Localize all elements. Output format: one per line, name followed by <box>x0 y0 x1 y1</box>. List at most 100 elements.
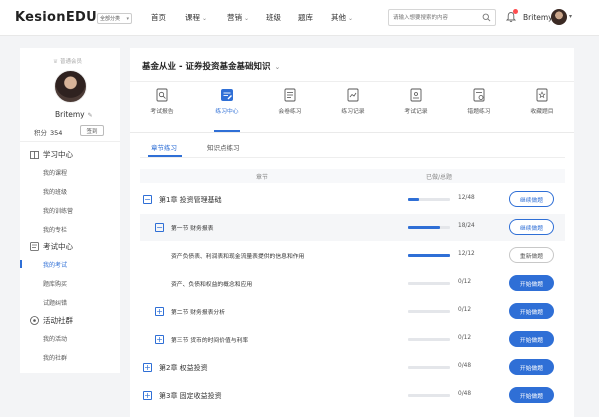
course-title[interactable]: 基金从业 - 证券投资基金基础知识 ⌄ <box>142 60 280 72</box>
expand-icon[interactable]: + <box>143 363 152 372</box>
tab-exam-report[interactable]: 考试报告 <box>135 88 189 115</box>
avatar[interactable] <box>54 70 87 103</box>
table-header: 章节 已做/总题 <box>140 169 565 183</box>
progress-bar <box>408 310 450 313</box>
tab-wrong-questions[interactable]: 错题练习 <box>452 88 506 115</box>
nav-item-question-bank[interactable]: 题库 <box>298 12 313 23</box>
chapter-name: 资产负债表、利润表和现金流量表提供的信息和作用 <box>171 254 305 260</box>
divider <box>20 141 120 142</box>
sidebar-item-my-courses[interactable]: 我的课程 <box>43 168 67 177</box>
nav-item-more[interactable]: 其他 ⌄ <box>331 12 353 23</box>
nav-item-home[interactable]: 首页 <box>151 12 166 23</box>
tab-chapter-practice[interactable]: 章节练习 <box>151 142 177 152</box>
checkin-button[interactable]: 签到 <box>80 125 104 136</box>
table-row: 资产、负债和权益的概念和应用 0/12 开始做题 <box>140 270 565 297</box>
exam-icon <box>30 242 39 251</box>
sidebar-item-my-activities[interactable]: 我的活动 <box>43 334 67 343</box>
header-username[interactable]: Britemy <box>523 13 553 22</box>
wrong-icon <box>473 88 485 102</box>
practice-icon <box>221 89 233 101</box>
table-row: + 第三节 货币的时间价值与利率 0/12 开始做题 <box>140 326 565 353</box>
progress-count: 0/48 <box>458 391 472 397</box>
sidebar-item-bank-purchase[interactable]: 题库购买 <box>43 279 67 288</box>
search-box <box>388 9 496 26</box>
tab-practice-center[interactable]: 练习中心 <box>200 88 254 115</box>
edit-icon[interactable]: ✎ <box>88 112 93 119</box>
expand-icon[interactable]: + <box>155 335 164 344</box>
expand-icon[interactable]: + <box>143 391 152 400</box>
start-practice-button[interactable]: 开始做题 <box>509 387 554 403</box>
chapter-name: 第3章 固定收益投资 <box>159 392 222 400</box>
column-header-chapter: 章节 <box>256 174 269 181</box>
redo-practice-button[interactable]: 重新做题 <box>509 247 554 263</box>
chevron-down-icon[interactable]: ▾ <box>569 13 572 20</box>
table-row: + 第2章 权益投资 0/48 开始做题 <box>140 354 565 381</box>
table-row: − 第一节 财务报表 18/24 继续做题 <box>140 214 565 241</box>
chevron-down-icon: ⌄ <box>274 63 281 71</box>
start-practice-button[interactable]: 开始做题 <box>509 275 554 291</box>
progress-bar <box>408 198 450 201</box>
progress-bar <box>408 366 450 369</box>
section-exam-center[interactable]: 考试中心 <box>30 241 73 252</box>
continue-practice-button[interactable]: 继续做题 <box>509 191 554 207</box>
crown-icon: ♛ <box>53 59 58 65</box>
notification-badge <box>513 9 518 14</box>
chapter-name: 第2章 权益投资 <box>159 364 208 372</box>
site-logo[interactable]: KesionEDU <box>15 10 97 25</box>
points-display: 积分 354 <box>34 129 63 137</box>
tab-exam-records[interactable]: 考试记录 <box>389 88 443 115</box>
paper-icon <box>284 88 296 102</box>
tab-practice-records[interactable]: 练习记录 <box>326 88 380 115</box>
chevron-down-icon: ▾ <box>126 16 129 22</box>
nav-item-courses[interactable]: 课程 ⌄ <box>185 12 207 23</box>
bookmark-icon <box>536 88 548 102</box>
sidebar-item-my-columns[interactable]: 我的专栏 <box>43 225 67 234</box>
start-practice-button[interactable]: 开始做题 <box>509 303 554 319</box>
collapse-icon[interactable]: − <box>155 223 164 232</box>
progress-count: 0/48 <box>458 363 472 369</box>
sidebar-item-my-exams[interactable]: 我的考试 <box>43 260 67 269</box>
active-indicator <box>20 260 22 268</box>
start-practice-button[interactable]: 开始做题 <box>509 359 554 375</box>
progress-bar <box>408 254 450 257</box>
start-practice-button[interactable]: 开始做题 <box>509 331 554 347</box>
progress-bar <box>408 226 450 229</box>
header-avatar[interactable] <box>551 9 567 25</box>
sidebar-item-my-classes[interactable]: 我的班级 <box>43 187 67 196</box>
progress-fill <box>408 226 440 229</box>
progress-count: 0/12 <box>458 335 472 341</box>
progress-count: 18/24 <box>458 223 475 229</box>
category-select-value: 全部分类 <box>100 16 121 22</box>
sidebar-item-error-report[interactable]: 试题纠错 <box>43 298 67 307</box>
record-icon <box>347 88 359 102</box>
tab-paper-practice[interactable]: 会卷练习 <box>263 88 317 115</box>
tab-knowledge-practice[interactable]: 知识点练习 <box>207 142 240 152</box>
category-select[interactable]: 全部分类 ▾ <box>97 13 132 24</box>
tab-bookmarks[interactable]: 收藏题目 <box>515 88 569 115</box>
divider <box>130 132 574 133</box>
nav-item-classes[interactable]: 班级 <box>266 12 281 23</box>
section-community[interactable]: 活动社群 <box>30 315 73 326</box>
nav-item-marketing[interactable]: 营销 ⌄ <box>227 12 249 23</box>
continue-practice-button[interactable]: 继续做题 <box>509 219 554 235</box>
collapse-icon[interactable]: − <box>143 195 152 204</box>
progress-fill <box>408 198 419 201</box>
progress-count: 0/12 <box>458 307 472 313</box>
expand-icon[interactable]: + <box>155 307 164 316</box>
chevron-down-icon: ⌄ <box>244 15 250 22</box>
table-row: − 第1章 投资管理基础 12/48 继续做题 <box>140 186 565 213</box>
search-input[interactable] <box>389 10 475 25</box>
progress-fill <box>408 254 450 257</box>
exam-record-icon <box>410 88 422 102</box>
sidebar-item-my-camps[interactable]: 我的训练营 <box>43 206 73 215</box>
table-row: 资产负债表、利润表和现金流量表提供的信息和作用 12/12 重新做题 <box>140 242 565 269</box>
points-value: 354 <box>50 129 63 137</box>
chapter-name: 第一节 财务报表 <box>171 226 214 232</box>
sidebar-item-my-communities[interactable]: 我的社群 <box>43 353 67 362</box>
chapter-name: 第三节 货币的时间价值与利率 <box>171 338 249 344</box>
chapter-name: 第二节 财务报表分析 <box>171 310 226 316</box>
divider <box>130 81 574 82</box>
search-icon[interactable] <box>482 13 491 22</box>
section-learning-center[interactable]: 学习中心 <box>30 149 73 160</box>
chevron-down-icon: ⌄ <box>348 15 354 22</box>
